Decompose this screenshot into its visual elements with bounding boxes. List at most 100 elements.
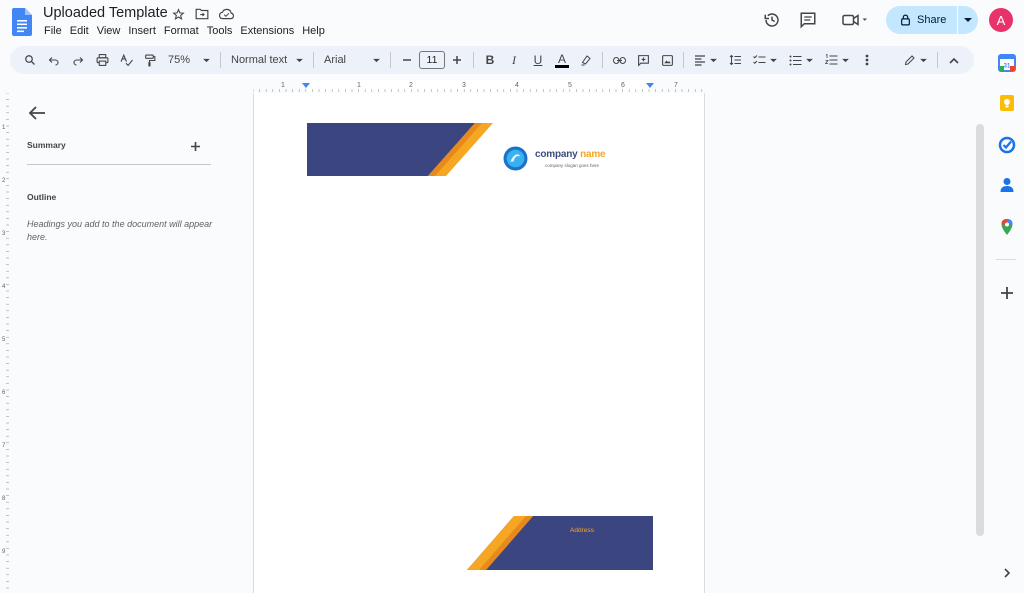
ruler-number: 5 <box>568 82 572 89</box>
caret-down-icon <box>964 18 973 22</box>
vertical-scrollbar[interactable] <box>976 124 984 536</box>
font-size-input[interactable]: 11 <box>419 51 445 69</box>
vertical-ruler-number: 7 <box>2 443 6 449</box>
menu-help[interactable]: Help <box>302 25 331 37</box>
line-spacing-icon[interactable] <box>723 48 747 72</box>
cloud-saved-icon[interactable] <box>218 6 234 22</box>
menu-format[interactable]: Format <box>164 25 205 37</box>
maps-icon[interactable] <box>998 218 1016 236</box>
font-value: Arial <box>324 54 347 66</box>
company-logo-icon <box>503 146 528 171</box>
vertical-ruler-number: 5 <box>2 337 6 343</box>
tasks-icon[interactable] <box>998 136 1016 154</box>
meet-icon[interactable] <box>838 9 872 31</box>
caret-down-icon <box>296 58 303 62</box>
lock-icon <box>901 14 910 26</box>
pencil-icon <box>904 55 915 66</box>
document-title[interactable]: Uploaded Template <box>43 5 168 21</box>
company-slogan: company slogan goes here <box>545 163 600 168</box>
menu-insert[interactable]: Insert <box>128 25 162 37</box>
menu-file[interactable]: File <box>44 25 68 37</box>
vertical-ruler-number: 8 <box>2 496 6 502</box>
caret-down-icon <box>842 58 849 62</box>
ruler-number: 3 <box>462 82 466 89</box>
menu-bar: File Edit View Insert Format Tools Exten… <box>44 25 333 37</box>
checklist-select[interactable] <box>747 48 783 72</box>
add-summary-button[interactable] <box>191 138 200 154</box>
history-icon[interactable] <box>761 9 783 31</box>
keep-icon[interactable] <box>998 94 1016 112</box>
share-dropdown-button[interactable] <box>958 6 978 34</box>
add-icon[interactable] <box>998 284 1016 302</box>
print-icon[interactable] <box>90 48 114 72</box>
vertical-ruler-number: 2 <box>2 178 6 184</box>
collapse-menus-icon[interactable] <box>942 48 966 72</box>
outline-label: Outline <box>27 192 57 202</box>
decrease-font-size-icon[interactable] <box>395 48 419 72</box>
text-style-select[interactable]: Normal text <box>225 48 309 72</box>
spellcheck-icon[interactable] <box>114 48 138 72</box>
zoom-value: 75% <box>168 54 191 66</box>
move-folder-icon[interactable] <box>194 6 210 22</box>
numbered-list-icon <box>825 54 838 65</box>
outline-hint: Headings you add to the document will ap… <box>27 219 213 242</box>
horizontal-ruler[interactable]: 1 1 2 3 4 5 6 7 <box>253 80 705 92</box>
search-menus-icon[interactable] <box>18 48 42 72</box>
text-color-swatch <box>555 64 569 68</box>
chevron-right-icon[interactable] <box>998 564 1016 582</box>
highlight-color-icon[interactable] <box>574 48 598 72</box>
align-select[interactable] <box>688 48 723 72</box>
align-left-icon <box>695 54 705 66</box>
star-icon[interactable] <box>170 6 186 22</box>
comments-icon[interactable] <box>797 9 819 31</box>
menu-tools[interactable]: Tools <box>207 25 239 37</box>
add-comment-icon[interactable] <box>631 48 655 72</box>
back-arrow-icon[interactable] <box>28 105 46 121</box>
menu-view[interactable]: View <box>97 25 127 37</box>
bulleted-list-select[interactable] <box>783 48 819 72</box>
italic-button[interactable]: I <box>502 48 526 72</box>
side-panel-divider <box>996 259 1016 260</box>
document-page[interactable]: company name company slogan goes here Ad… <box>253 93 705 593</box>
paint-format-icon[interactable] <box>138 48 162 72</box>
insert-link-icon[interactable] <box>607 48 631 72</box>
vertical-ruler-number: 9 <box>2 549 6 555</box>
menu-edit[interactable]: Edit <box>70 25 95 37</box>
avatar[interactable]: A <box>989 8 1013 32</box>
calendar-icon[interactable]: 31 <box>998 54 1016 72</box>
vertical-ruler-number: 4 <box>2 284 6 290</box>
increase-font-size-icon[interactable] <box>445 48 469 72</box>
caret-down-icon <box>806 58 813 62</box>
editing-mode-select[interactable] <box>898 48 933 72</box>
address-text: Address <box>570 527 594 534</box>
zoom-select[interactable]: 75% <box>162 48 216 72</box>
caret-down-icon <box>710 58 717 62</box>
bold-button[interactable]: B <box>478 48 502 72</box>
docs-logo-icon[interactable] <box>12 8 32 36</box>
insert-image-icon[interactable] <box>655 48 679 72</box>
title-bar: Uploaded Template File Edit View Insert … <box>0 0 1024 44</box>
menu-extensions[interactable]: Extensions <box>240 25 300 37</box>
toolbar: 75% Normal text Arial 11 B I U A <box>10 46 974 74</box>
ruler-number: 6 <box>621 82 625 89</box>
svg-text:31: 31 <box>1004 64 1011 70</box>
numbered-list-select[interactable] <box>819 48 855 72</box>
caret-down-icon <box>203 58 210 62</box>
more-options-icon[interactable] <box>855 48 879 72</box>
footer-banner-graphic <box>467 516 653 570</box>
side-panel: 31 <box>990 44 1024 593</box>
company-name: company name <box>535 149 606 160</box>
share-button[interactable]: Share <box>886 6 978 34</box>
underline-button[interactable]: U <box>526 48 550 72</box>
ruler-number: 2 <box>409 82 413 89</box>
bulleted-list-icon <box>789 55 802 65</box>
caret-down-icon <box>373 58 380 62</box>
undo-icon[interactable] <box>42 48 66 72</box>
text-color-button[interactable]: A <box>550 48 574 72</box>
redo-icon[interactable] <box>66 48 90 72</box>
vertical-ruler[interactable]: 12345678910 <box>0 93 10 593</box>
header-banner-graphic <box>307 123 493 176</box>
contacts-icon[interactable] <box>998 176 1016 194</box>
font-select[interactable]: Arial <box>318 48 386 72</box>
vertical-ruler-number: 1 <box>2 125 6 131</box>
